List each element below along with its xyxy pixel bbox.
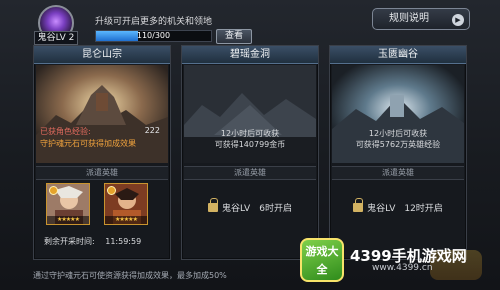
- exp-value: 222: [144, 126, 160, 135]
- hero-portrait[interactable]: ★★★★★: [104, 183, 148, 225]
- card-title: 昆仑山宗: [34, 46, 170, 64]
- lock-text: 鬼谷LV 6时开启: [222, 204, 292, 214]
- territory-card-kunlun[interactable]: 昆仑山宗 已获角色经验: 222 守护魂元石可获得加成效果 派遣英雄 ★★★★★…: [33, 45, 171, 260]
- dispatch-hero-bar[interactable]: 派遣英雄: [184, 166, 316, 180]
- harvest-exp: 可获得5762万英雄经验: [355, 140, 441, 149]
- dispatch-hero-bar[interactable]: 派遣英雄: [36, 166, 168, 180]
- check-button[interactable]: 查看: [216, 29, 252, 44]
- harvest-gold: 可获得140799金币: [214, 140, 286, 149]
- level-badge: 鬼谷LV 2: [34, 31, 78, 45]
- territory-card-yukui[interactable]: 玉匮幽谷 12小时后可收获 可获得5762万英雄经验 派遣英雄 鬼谷LV 12时…: [329, 45, 467, 260]
- exp-label-row: 已获角色经验: 222: [34, 126, 170, 137]
- remaining-label: 剩余开采时间:: [44, 237, 95, 246]
- remaining-time-row: 剩余开采时间: 11:59:59: [44, 236, 141, 247]
- dispatch-hero-bar[interactable]: 派遣英雄: [332, 166, 464, 180]
- rules-button[interactable]: 规则说明 ▶: [372, 8, 470, 30]
- watermark-url: www.4399.cn: [372, 263, 433, 273]
- rules-label: 规则说明: [389, 13, 429, 24]
- lock-icon: [353, 198, 364, 212]
- lock-text: 鬼谷LV 12时开启: [367, 204, 443, 214]
- hero-stars: ★★★★★: [47, 216, 89, 224]
- card-title: 玉匮幽谷: [330, 46, 466, 64]
- medal-icon: [107, 186, 116, 195]
- footer-hint: 通过守护魂元石可使资源获得加成效果，最多加成50%: [33, 271, 227, 280]
- medal-icon: [49, 186, 58, 195]
- unlock-requirement: 鬼谷LV 12时开启: [330, 198, 466, 214]
- lock-icon: [208, 198, 219, 212]
- unlock-requirement: 鬼谷LV 6时开启: [182, 198, 318, 214]
- hero-stars: ★★★★★: [105, 216, 147, 224]
- play-arrow-icon: ▶: [452, 14, 464, 26]
- bonus-text: 守护魂元石可获得加成效果: [40, 139, 136, 148]
- hero-portrait[interactable]: ★★★★★: [46, 183, 90, 225]
- xp-text: 110/300: [136, 31, 171, 40]
- remaining-time: 11:59:59: [105, 237, 142, 246]
- watermark-logo: 游戏大全: [300, 238, 344, 282]
- exp-label: 已获角色经验:: [40, 127, 91, 136]
- upgrade-hint: 升级可开启更多的机关和领地: [95, 17, 213, 27]
- harvest-time: 12小时后可收获: [220, 129, 280, 138]
- harvest-time: 12小时后可收获: [368, 129, 428, 138]
- xp-bar: 110/300: [95, 30, 212, 42]
- card-title: 碧瑶金洞: [182, 46, 318, 64]
- territory-card-biyao[interactable]: 碧瑶金洞 12小时后可收获 可获得140799金币 派遣英雄 鬼谷LV 6时开启: [181, 45, 319, 260]
